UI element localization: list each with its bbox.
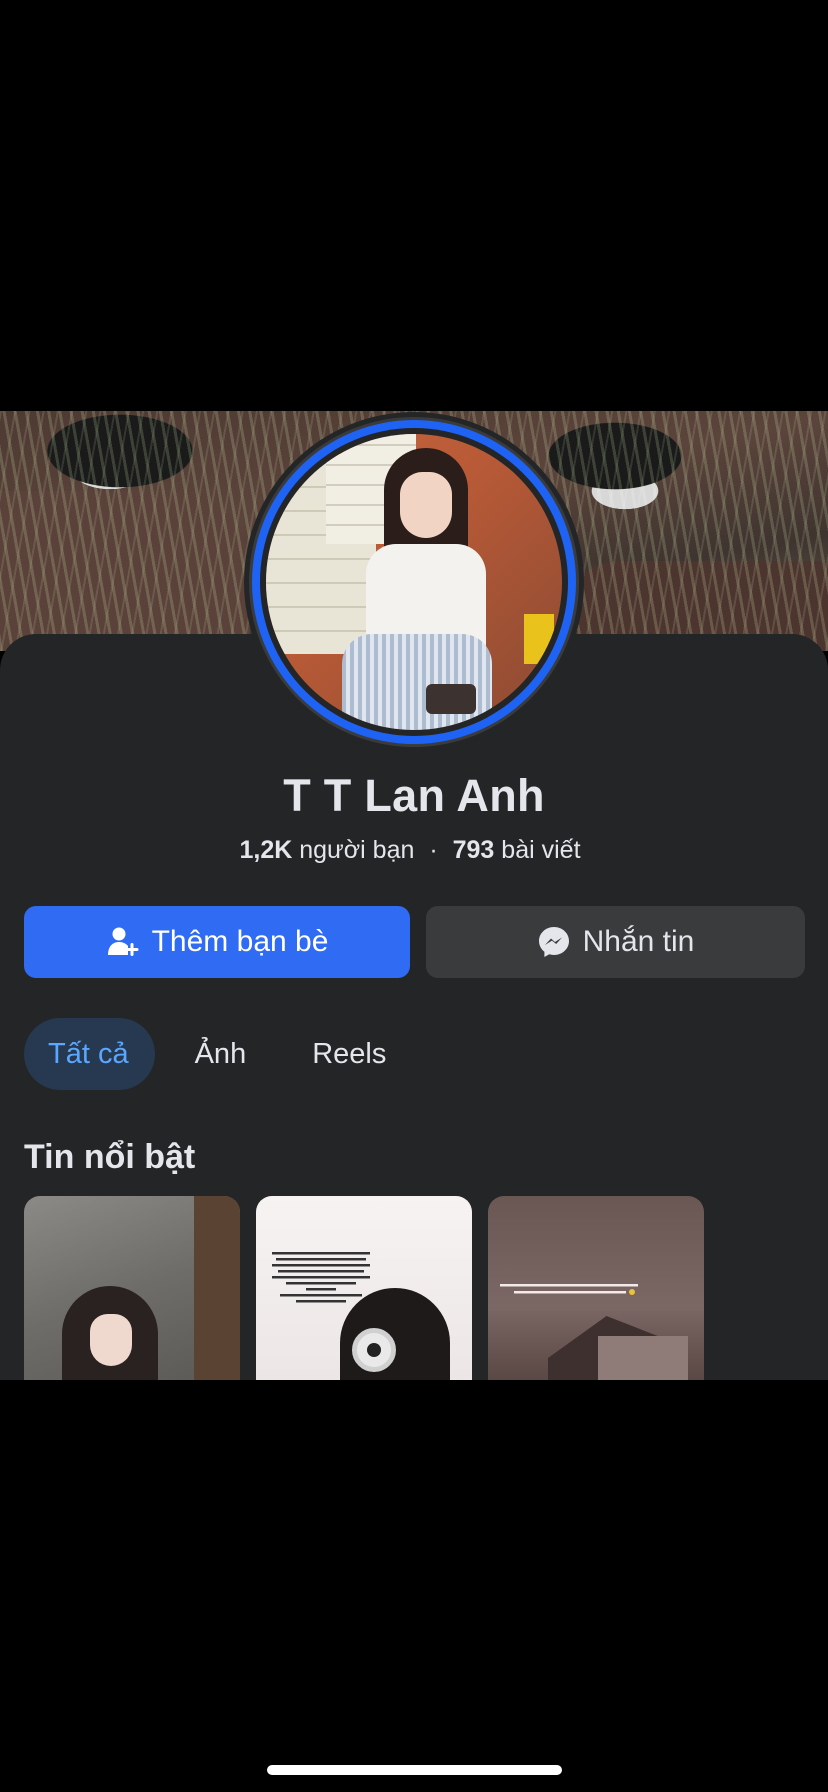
tab-photos[interactable]: Ảnh xyxy=(195,1018,247,1090)
highlight-card[interactable] xyxy=(24,1196,240,1380)
highlight-thumbnail-detail xyxy=(340,1288,450,1380)
posts-count: 793 xyxy=(452,836,495,864)
profile-tabs: Tất cả Ảnh Reels xyxy=(24,1018,386,1090)
tab-reels[interactable]: Reels xyxy=(312,1018,386,1090)
avatar-figure xyxy=(426,684,476,714)
highlight-thumbnail-detail xyxy=(90,1314,132,1366)
messenger-icon xyxy=(537,925,571,959)
avatar-figure xyxy=(400,472,452,538)
profile-stats: 1,2K người bạn · 793 bài viết xyxy=(0,836,820,865)
friends-count[interactable]: 1,2K xyxy=(239,836,292,864)
message-button[interactable]: Nhắn tin xyxy=(426,906,805,978)
profile-name: T T Lan Anh xyxy=(283,770,545,821)
tab-all[interactable]: Tất cả xyxy=(24,1018,155,1090)
friends-label[interactable]: người bạn xyxy=(299,836,414,864)
highlight-card[interactable] xyxy=(488,1196,704,1380)
camera-icon xyxy=(352,1328,396,1372)
stats-separator: · xyxy=(429,836,438,864)
highlight-thumbnail-detail xyxy=(598,1336,688,1380)
add-friend-label: Thêm bạn bè xyxy=(151,925,329,958)
highlight-card[interactable] xyxy=(256,1196,472,1380)
home-indicator[interactable] xyxy=(267,1765,562,1775)
highlight-thumbnail-detail xyxy=(194,1196,240,1380)
posts-label: bài viết xyxy=(501,836,581,864)
highlight-thumbnail-text xyxy=(488,1282,704,1305)
avatar-figure xyxy=(342,634,492,730)
add-friend-button[interactable]: Thêm bạn bè xyxy=(24,906,410,978)
profile-screen: T T Lan Anh 1,2K người bạn · 793 bài viế… xyxy=(0,0,828,1792)
avatar-background xyxy=(524,614,554,664)
add-friend-icon xyxy=(106,925,140,959)
highlights-title: Tin nổi bật xyxy=(24,1138,196,1176)
message-label: Nhắn tin xyxy=(582,925,695,958)
avatar[interactable] xyxy=(266,434,562,730)
